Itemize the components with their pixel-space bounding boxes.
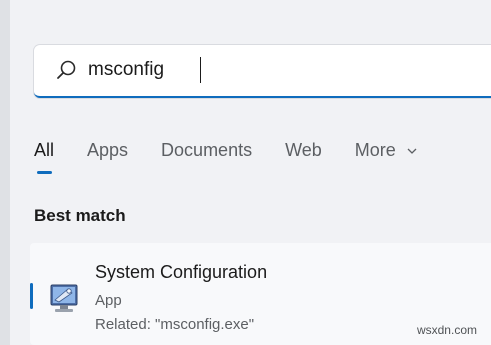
tab-more-label: More [354,139,396,160]
tab-apps[interactable]: Apps [87,140,128,161]
watermark: wsxdn.com [416,323,477,337]
search-icon [57,60,76,79]
search-filter-tabs: All Apps Documents Web More [34,133,450,174]
tab-all[interactable]: All [34,140,54,174]
search-input[interactable] [88,55,468,85]
window-edge [0,0,10,345]
system-configuration-icon [50,284,78,312]
tab-web[interactable]: Web [285,140,322,161]
result-related: Related: "msconfig.exe" [95,316,255,333]
text-caret [200,57,201,83]
selection-indicator [30,283,33,309]
result-type: App [95,292,122,309]
search-box[interactable] [34,45,491,98]
chevron-down-icon [407,148,417,154]
tab-more[interactable]: More [355,140,417,161]
tab-documents[interactable]: Documents [161,140,252,161]
best-match-heading: Best match [34,206,126,225]
result-title: System Configuration [95,262,268,282]
